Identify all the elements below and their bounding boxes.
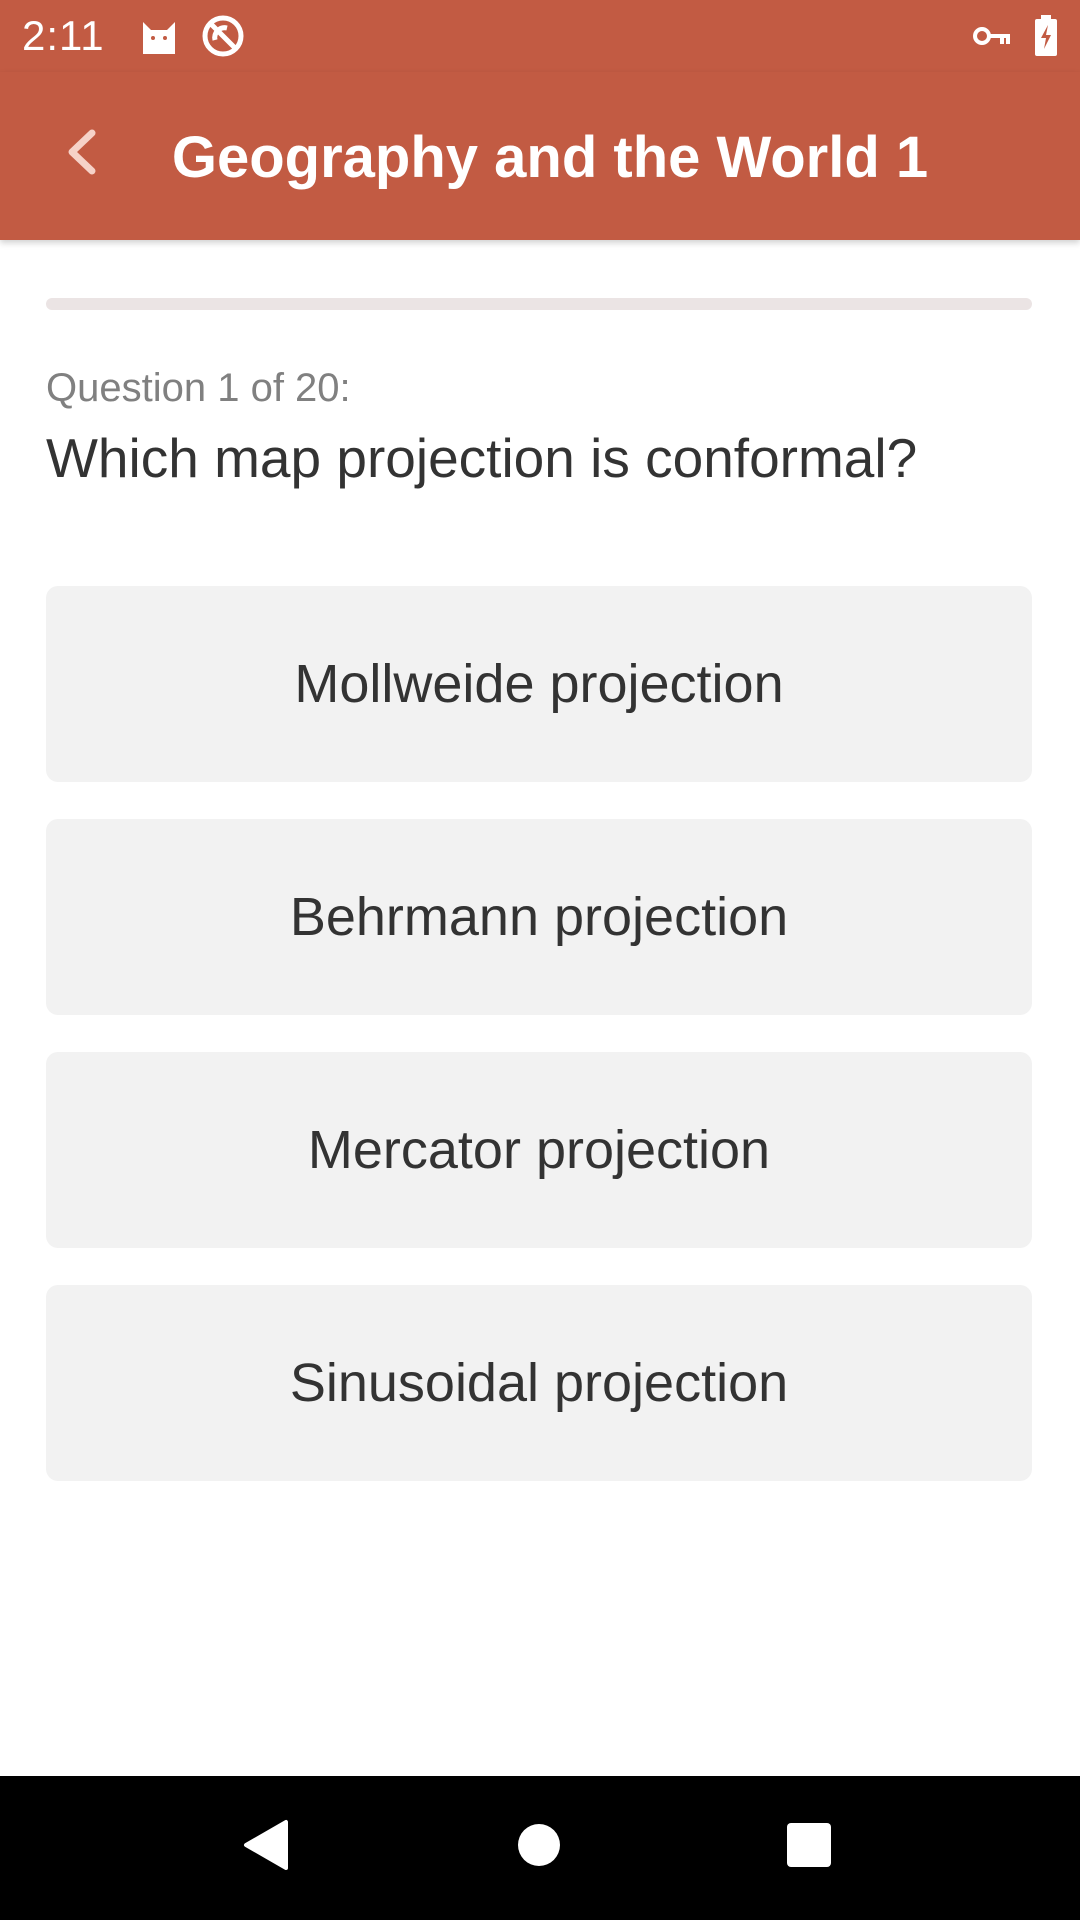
do-not-disturb-icon — [201, 14, 245, 58]
answer-option-label: Mollweide projection — [294, 654, 784, 714]
nav-recents-button[interactable] — [764, 1802, 854, 1892]
app-bar: Geography and the World 1 — [0, 72, 1080, 240]
status-bar: 2:11 — [0, 0, 1080, 72]
answer-option[interactable]: Mollweide projection — [46, 586, 1032, 782]
home-circle-icon — [516, 1822, 562, 1873]
answer-options: Mollweide projection Behrmann projection… — [46, 586, 1032, 1518]
question-counter: Question 1 of 20: — [46, 366, 351, 410]
status-time: 2:11 — [22, 12, 105, 59]
nav-home-button[interactable] — [494, 1802, 584, 1892]
answer-option-label: Mercator projection — [307, 1120, 771, 1180]
vpn-key-icon — [972, 24, 1012, 48]
back-triangle-icon — [240, 1818, 290, 1877]
page-title: Geography and the World 1 — [171, 125, 929, 190]
recents-square-icon — [786, 1822, 832, 1873]
quiz-progress-bar — [46, 298, 1032, 310]
cat-notification-icon — [139, 16, 179, 56]
battery-charging-icon — [1034, 15, 1058, 57]
answer-option-label: Sinusoidal projection — [289, 1353, 789, 1413]
question-text: Which map projection is conformal? — [46, 427, 918, 489]
answer-option[interactable]: Mercator projection — [46, 1052, 1032, 1248]
nav-back-button[interactable] — [220, 1802, 310, 1892]
answer-option[interactable]: Behrmann projection — [46, 819, 1032, 1015]
quiz-screen: 2:11 Geography and the World 1 Question … — [0, 0, 1080, 1920]
system-nav-bar — [0, 1776, 1080, 1920]
answer-option-label: Behrmann projection — [289, 887, 789, 947]
answer-option[interactable]: Sinusoidal projection — [46, 1285, 1032, 1481]
